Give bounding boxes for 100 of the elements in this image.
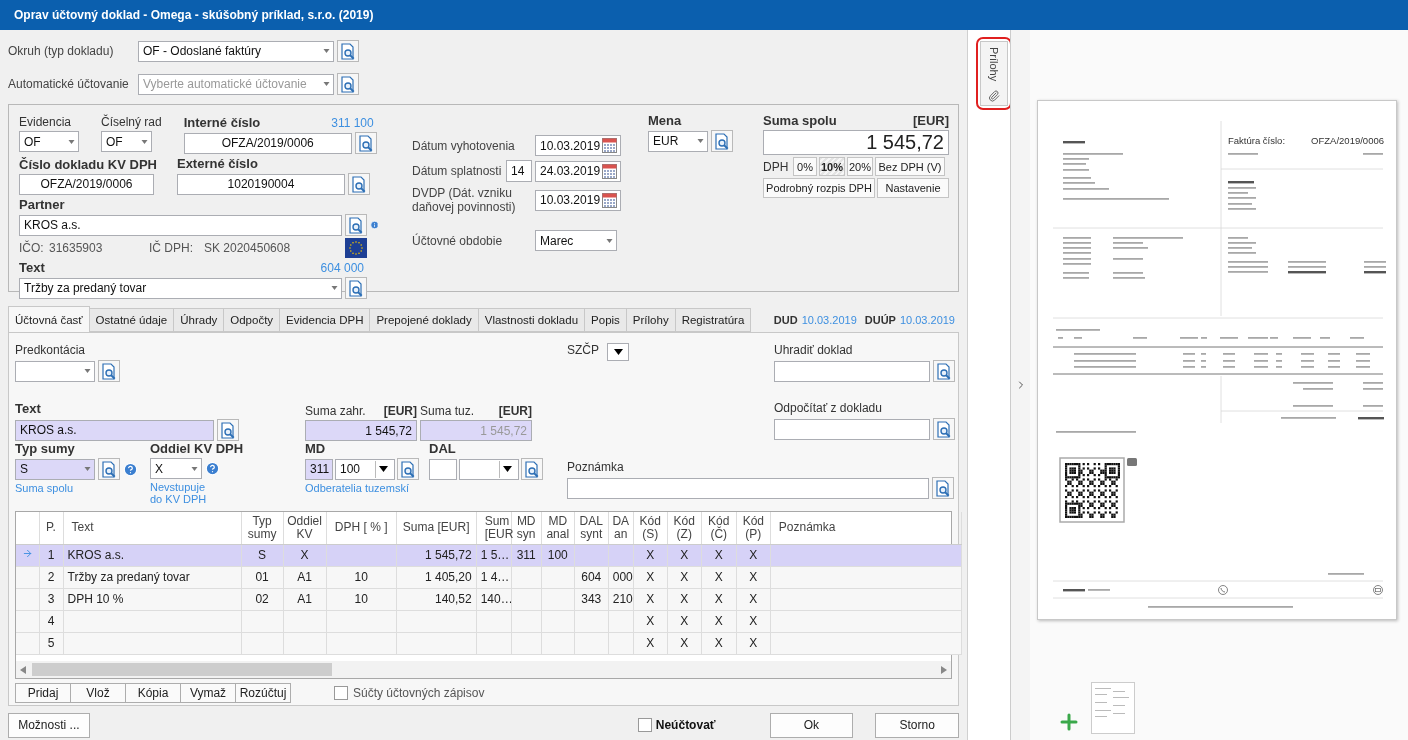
row-action-button[interactable]: Pridaj bbox=[15, 683, 71, 703]
lookup-button[interactable] bbox=[932, 477, 954, 499]
tab[interactable]: Ostatné údaje bbox=[88, 308, 175, 332]
document-search-icon bbox=[936, 362, 952, 380]
amount-field[interactable]: 1 545,72 bbox=[305, 420, 417, 441]
action-button[interactable]: Nastavenie bbox=[877, 178, 949, 198]
column-header: Sum [EUR bbox=[476, 512, 512, 544]
date-value: 10.03.2019 bbox=[899, 314, 955, 326]
caret-icon bbox=[84, 467, 91, 471]
lookup-button[interactable] bbox=[347, 173, 370, 195]
help-icon[interactable] bbox=[123, 461, 138, 477]
document-search-icon bbox=[340, 75, 356, 93]
lookup-button[interactable] bbox=[337, 73, 359, 95]
page-thumbnail[interactable] bbox=[1091, 682, 1135, 734]
vat-rate-button[interactable]: 10% bbox=[819, 157, 845, 176]
field-label: Účtovné obdobie bbox=[412, 233, 504, 248]
lookup-button[interactable] bbox=[337, 40, 359, 62]
text-field[interactable] bbox=[429, 458, 457, 480]
dropdown[interactable]: EUR bbox=[648, 130, 708, 152]
lookup-button[interactable] bbox=[933, 418, 955, 440]
table-row[interactable]: 5 X X X X bbox=[16, 632, 962, 654]
table-cell: 140,52 bbox=[435, 592, 472, 606]
table-cell: 311 bbox=[516, 548, 536, 562]
tab[interactable]: Prílohy bbox=[625, 308, 676, 332]
checkbox[interactable] bbox=[334, 686, 348, 700]
account-number: 311 100 bbox=[331, 116, 374, 130]
field-label: IČO: bbox=[19, 241, 45, 255]
table-cell: A1 bbox=[297, 570, 312, 584]
dropdown[interactable]: Tržby za predaný tovar bbox=[19, 277, 342, 299]
lookup-button[interactable] bbox=[711, 130, 733, 152]
lookup-button[interactable] bbox=[521, 458, 543, 480]
row-action-button[interactable]: Kópia bbox=[125, 683, 181, 703]
text-field[interactable] bbox=[774, 360, 930, 382]
lookup-button[interactable] bbox=[345, 277, 367, 299]
text-field[interactable]: OFZA/2019/0006 bbox=[183, 132, 352, 154]
dropdown[interactable]: Marec bbox=[535, 230, 617, 251]
table-cell: 4 bbox=[47, 614, 55, 628]
date-field[interactable]: 10.03.2019 bbox=[535, 135, 621, 156]
tab[interactable]: Účtovná časť bbox=[8, 306, 90, 332]
currency-unit: [EUR] bbox=[498, 404, 532, 418]
lookup-button[interactable] bbox=[98, 458, 120, 480]
lookup-button[interactable] bbox=[354, 132, 377, 154]
dropdown[interactable]: X bbox=[150, 458, 202, 479]
text-field[interactable] bbox=[774, 418, 930, 440]
dropdown[interactable]: OF bbox=[101, 131, 152, 152]
dropdown[interactable] bbox=[459, 458, 519, 480]
options-button[interactable]: Možnosti ... bbox=[8, 712, 90, 738]
text-field[interactable]: 311 bbox=[305, 458, 333, 480]
vat-rate-button[interactable]: 20% bbox=[847, 157, 873, 176]
scroll-right-icon[interactable] bbox=[941, 665, 947, 674]
row-action-button[interactable]: Rozúčtuj bbox=[235, 683, 291, 703]
vat-rate-button[interactable]: 0% bbox=[793, 157, 817, 176]
lookup-button[interactable] bbox=[933, 360, 955, 382]
table-row[interactable]: 1 KROS a.s. S X 1 545,72 1 5… 311 100 X X X X bbox=[16, 544, 962, 566]
column-header: P. bbox=[39, 512, 63, 544]
horizontal-scrollbar[interactable] bbox=[16, 661, 951, 678]
tab[interactable]: Odpočty bbox=[223, 308, 281, 332]
lookup-button[interactable] bbox=[397, 458, 419, 480]
date-field[interactable]: 24.03.2019 bbox=[535, 160, 621, 182]
tab[interactable]: Prepojené doklady bbox=[369, 308, 479, 332]
text-field[interactable] bbox=[567, 477, 929, 499]
text-field[interactable]: KROS a.s. bbox=[19, 214, 342, 236]
table-cell: X bbox=[680, 592, 689, 606]
action-button[interactable]: Podrobný rozpis DPH bbox=[763, 178, 875, 198]
tab[interactable]: Vlastnosti dokladu bbox=[477, 308, 586, 332]
text-field[interactable]: KROS a.s. bbox=[15, 419, 214, 441]
table-row[interactable]: 4 X X X X bbox=[16, 610, 962, 632]
row-action-button[interactable]: Vlož bbox=[70, 683, 126, 703]
table-row[interactable]: 2 Tržby za predaný tovar 01 A1 10 1 405,20 1 4… 604 000 X X X X bbox=[16, 566, 962, 588]
tab[interactable]: Registratúra bbox=[674, 308, 752, 332]
ok-button[interactable]: Ok bbox=[769, 712, 854, 738]
cancel-button[interactable]: Storno bbox=[875, 712, 959, 738]
dropdown[interactable]: OF - Odoslané faktúry bbox=[138, 40, 334, 62]
row-action-button[interactable]: Vymaž bbox=[180, 683, 236, 703]
tab[interactable]: Popis bbox=[584, 308, 627, 332]
lookup-button[interactable] bbox=[345, 214, 367, 236]
dropdown[interactable]: OF bbox=[19, 131, 79, 152]
tab[interactable]: Evidencia DPH bbox=[279, 308, 371, 332]
dropdown[interactable]: 100 bbox=[335, 458, 395, 480]
text-field[interactable]: OFZA/2019/0006 bbox=[19, 173, 154, 195]
tab[interactable]: Úhrady bbox=[173, 308, 225, 332]
table-cell: X bbox=[680, 636, 689, 650]
table-cell: 01 bbox=[255, 570, 269, 584]
lookup-button[interactable] bbox=[217, 419, 239, 441]
checkbox[interactable] bbox=[637, 718, 652, 733]
dropdown[interactable] bbox=[607, 343, 629, 361]
lookup-button[interactable] bbox=[98, 360, 120, 382]
vat-rate-button[interactable]: Bez DPH (V) bbox=[875, 157, 945, 176]
date-field[interactable]: 10.03.2019 bbox=[535, 189, 621, 211]
dropdown[interactable]: S bbox=[15, 458, 95, 480]
field-value: 31635903 bbox=[49, 241, 104, 255]
days-field[interactable]: 14 bbox=[506, 160, 532, 182]
table-cell: X bbox=[749, 592, 758, 606]
table-cell: 1 545,72 bbox=[424, 548, 472, 562]
help-icon[interactable] bbox=[205, 461, 220, 476]
table-row[interactable]: 3 DPH 10 % 02 A1 10 140,52 140… 343 210 X X X X bbox=[16, 588, 962, 610]
field-label: Okruh (typ dokladu) bbox=[8, 44, 115, 58]
side-tab[interactable]: Prílohy bbox=[980, 41, 1008, 106]
text-field[interactable]: 1020190004 bbox=[176, 173, 345, 195]
scroll-left-icon[interactable] bbox=[20, 665, 26, 674]
